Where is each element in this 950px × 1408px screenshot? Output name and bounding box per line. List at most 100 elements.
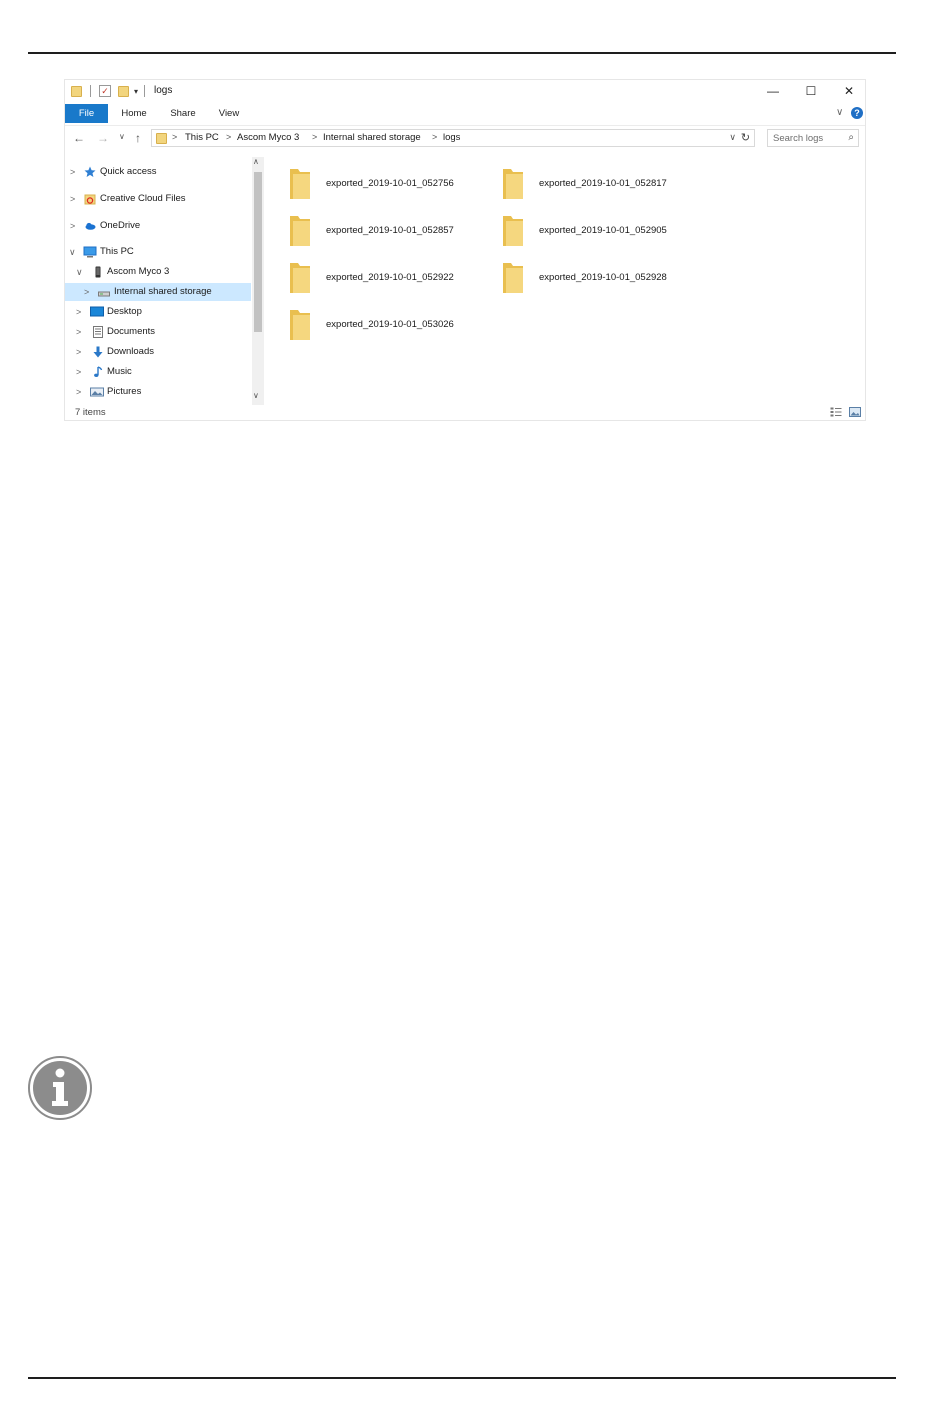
folder-icon: [290, 216, 310, 246]
nav-item-label: OneDrive: [100, 220, 141, 231]
help-icon[interactable]: ?: [851, 107, 863, 119]
minimize-button[interactable]: —: [754, 80, 792, 102]
scroll-up-arrow-icon[interactable]: ∧: [253, 157, 259, 166]
toolbar-divider: [90, 85, 91, 97]
folder-name: exported_2019-10-01_052857: [326, 225, 454, 236]
title-bar: ✓ ▾ logs — ☐ ✕: [65, 80, 865, 102]
expand-chevron-icon[interactable]: >: [76, 303, 81, 321]
tab-file[interactable]: File: [65, 104, 108, 123]
footer-rule: [28, 1377, 896, 1379]
nav-item-downloads[interactable]: > Downloads: [65, 343, 251, 361]
breadcrumb-this-pc[interactable]: This PC: [185, 132, 219, 143]
nav-item-desktop[interactable]: > Desktop: [65, 303, 251, 321]
address-history-dropdown-icon[interactable]: ∨: [729, 132, 736, 143]
refresh-button[interactable]: ↻: [737, 129, 755, 147]
folder-content-area: exported_2019-10-01_052756 exported_2019…: [270, 156, 865, 404]
up-button[interactable]: ↑: [135, 131, 141, 145]
nav-item-label: Pictures: [107, 386, 142, 397]
expand-chevron-icon[interactable]: >: [70, 217, 75, 235]
expand-chevron-icon[interactable]: >: [70, 190, 75, 208]
nav-item-label: Desktop: [107, 306, 142, 317]
folder-name: exported_2019-10-01_052817: [539, 178, 667, 189]
file-explorer-window: ✓ ▾ logs — ☐ ✕ File Home Share View ∨ ? …: [65, 80, 865, 420]
new-folder-icon[interactable]: [118, 85, 129, 97]
scrollbar-thumb[interactable]: [254, 172, 262, 332]
nav-item-quick-access[interactable]: > Quick access: [65, 163, 251, 181]
expand-chevron-icon[interactable]: >: [70, 163, 75, 181]
phone-device-icon: [95, 266, 101, 278]
folder-name: exported_2019-10-01_053026: [326, 319, 454, 330]
expand-chevron-icon[interactable]: >: [76, 383, 81, 401]
breadcrumb-internal-shared-storage[interactable]: Internal shared storage: [323, 132, 421, 143]
search-placeholder[interactable]: Search logs: [773, 133, 823, 144]
this-pc-icon: [83, 246, 97, 258]
nav-item-creative-cloud-files[interactable]: > Creative Cloud Files: [65, 190, 251, 208]
window-title: logs: [154, 85, 173, 96]
info-icon: [28, 1056, 92, 1120]
properties-icon[interactable]: ✓: [99, 85, 111, 97]
address-row: ← → ∨ ↑ > This PC > Ascom Myco 3 > Inter…: [65, 125, 865, 152]
nav-item-label: Documents: [107, 326, 156, 337]
customize-toolbar-icon[interactable]: ▾: [134, 87, 138, 96]
tab-home[interactable]: Home: [117, 104, 151, 123]
maximize-button[interactable]: ☐: [792, 80, 830, 102]
nav-item-ascom-myco-3[interactable]: ∨ Ascom Myco 3: [65, 263, 251, 281]
scroll-down-arrow-icon[interactable]: ∨: [253, 391, 259, 400]
address-bar[interactable]: > This PC > Ascom Myco 3 > Internal shar…: [151, 129, 755, 147]
collapse-chevron-icon[interactable]: ∨: [69, 243, 76, 261]
folder-name: exported_2019-10-01_052905: [539, 225, 667, 236]
breadcrumb-logs[interactable]: logs: [443, 132, 460, 143]
music-icon: [94, 366, 103, 377]
folder-icon: [156, 133, 167, 144]
tab-share[interactable]: Share: [165, 104, 201, 123]
nav-item-onedrive[interactable]: > OneDrive: [65, 217, 251, 235]
collapse-chevron-icon[interactable]: ∨: [76, 263, 83, 281]
nav-item-label: Internal shared storage: [114, 286, 212, 297]
expand-chevron-icon[interactable]: >: [76, 343, 81, 361]
forward-button[interactable]: →: [97, 131, 109, 145]
nav-item-documents[interactable]: > Documents: [65, 323, 251, 341]
details-view-icon[interactable]: [830, 407, 842, 417]
desktop-icon: [90, 306, 104, 317]
expand-chevron-icon[interactable]: >: [76, 323, 81, 341]
header-rule: [28, 52, 896, 54]
expand-chevron-icon[interactable]: >: [76, 363, 81, 381]
search-icon[interactable]: ⌕: [848, 132, 854, 143]
pictures-icon: [90, 387, 104, 397]
expand-ribbon-icon[interactable]: ∨: [836, 107, 843, 118]
breadcrumb-ascom-myco-3[interactable]: Ascom Myco 3: [237, 132, 299, 143]
item-count: 7 items: [75, 407, 106, 418]
quick-access-toolbar: ✓ ▾: [71, 84, 146, 98]
folder-name: exported_2019-10-01_052928: [539, 272, 667, 283]
folder-icon: [503, 216, 523, 246]
breadcrumb-separator[interactable]: >: [172, 132, 177, 142]
nav-item-label: Quick access: [100, 166, 157, 177]
folder-icon: [290, 310, 310, 340]
recent-locations-button[interactable]: ∨: [119, 132, 125, 141]
large-icons-view-icon[interactable]: [849, 407, 861, 417]
nav-item-label: This PC: [100, 246, 134, 257]
navigation-pane-scrollbar[interactable]: ∧ ∨: [252, 157, 264, 405]
folder-icon: [503, 263, 523, 293]
nav-item-music[interactable]: > Music: [65, 363, 251, 381]
nav-item-pictures[interactable]: > Pictures: [65, 383, 251, 401]
folder-name: exported_2019-10-01_052922: [326, 272, 454, 283]
tab-view[interactable]: View: [213, 104, 245, 123]
search-box[interactable]: Search logs ⌕: [767, 129, 859, 147]
breadcrumb-separator[interactable]: >: [226, 132, 231, 142]
folder-icon: [503, 169, 523, 199]
expand-chevron-icon[interactable]: >: [84, 283, 89, 301]
quick-access-star-icon: [84, 166, 96, 177]
back-button[interactable]: ←: [73, 131, 85, 145]
ribbon-tabs: File Home Share View ∨ ?: [65, 104, 865, 123]
breadcrumb-separator[interactable]: >: [312, 132, 317, 142]
nav-item-this-pc[interactable]: ∨ This PC: [65, 243, 251, 261]
nav-item-label: Downloads: [107, 346, 154, 357]
creative-cloud-icon: [84, 194, 96, 205]
documents-icon: [93, 326, 103, 338]
nav-item-label: Creative Cloud Files: [100, 193, 186, 204]
toolbar-divider: [144, 85, 146, 97]
close-button[interactable]: ✕: [830, 80, 868, 102]
breadcrumb-separator[interactable]: >: [432, 132, 437, 142]
nav-item-internal-shared-storage[interactable]: > Internal shared storage: [65, 283, 251, 301]
